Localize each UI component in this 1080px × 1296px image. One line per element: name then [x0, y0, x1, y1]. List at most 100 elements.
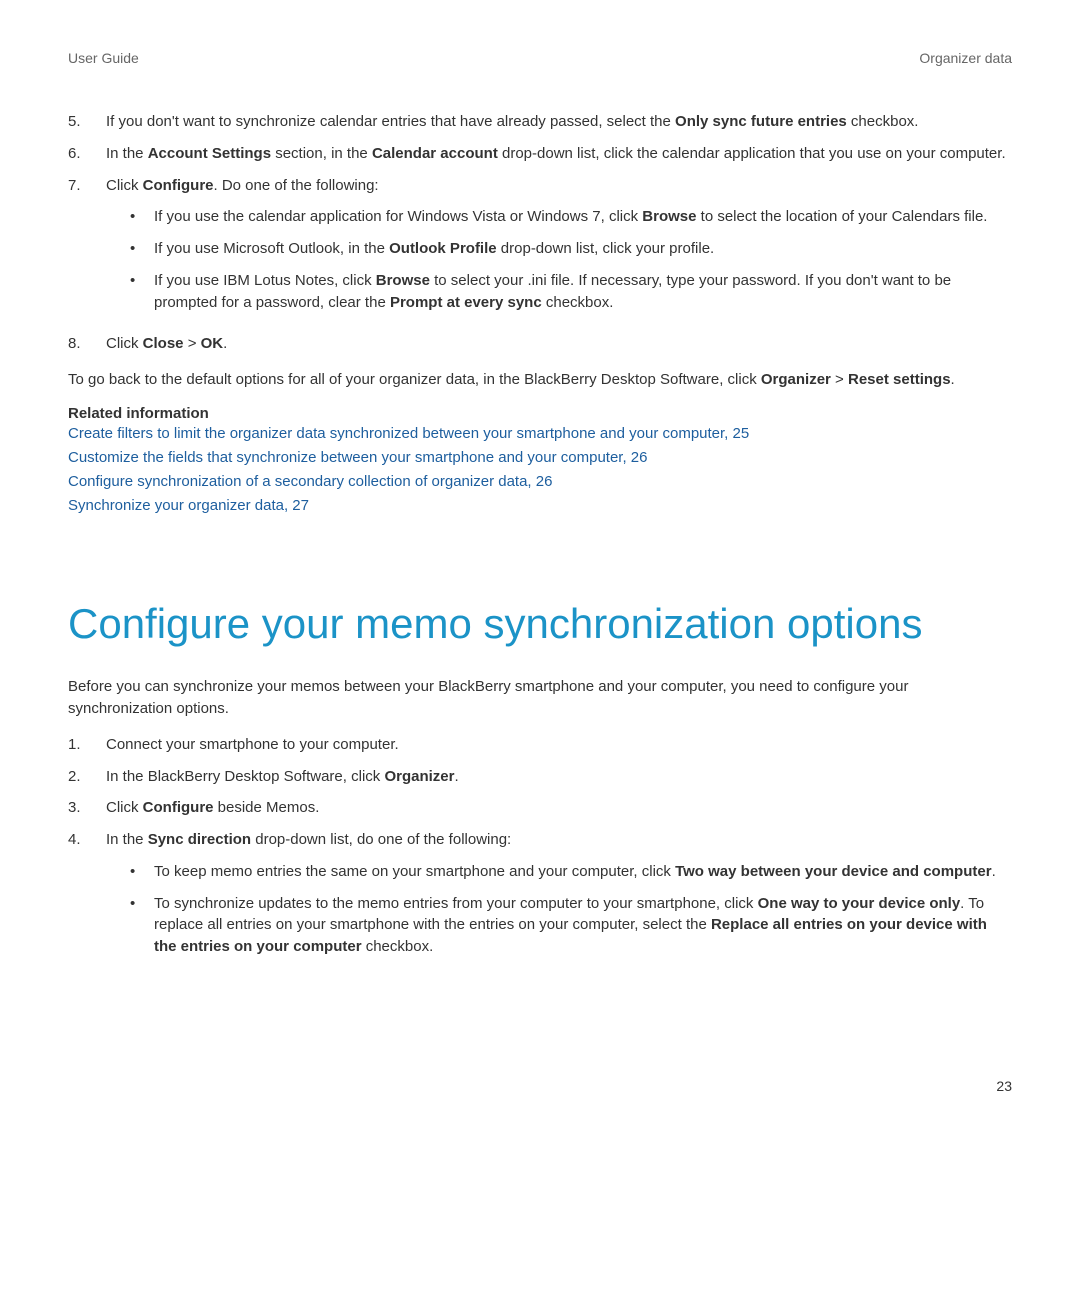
bottom-step-subitem-body-seg: checkbox.: [362, 938, 434, 955]
top-step-item-body-seg: OK: [201, 335, 224, 352]
bottom-step-sublist: •To keep memo entries the same on your s…: [106, 861, 1012, 958]
top-step-item: 6.In the Account Settings section, in th…: [68, 143, 1012, 165]
default-para-seg: .: [951, 371, 955, 388]
default-para-seg: Organizer: [761, 371, 831, 388]
top-step-item-body-seg: section, in the: [271, 145, 372, 162]
header-right: Organizer data: [919, 50, 1012, 66]
top-step-subitem-body-seg: If you use IBM Lotus Notes, click: [154, 272, 376, 289]
top-step-item-number: 6.: [68, 143, 106, 165]
bottom-step-item-body-seg: Configure: [143, 799, 214, 816]
bottom-step-item-body-seg: Sync direction: [148, 831, 251, 848]
top-step-item-body-seg: Click: [106, 335, 143, 352]
top-step-subitem-body-seg: drop-down list, click your profile.: [497, 240, 715, 257]
bottom-step-subitem-body-seg: One way to your device only: [758, 895, 961, 912]
top-step-subitem-body-seg: checkbox.: [542, 294, 614, 311]
top-step-subitem-body-seg: If you use the calendar application for …: [154, 208, 642, 225]
bottom-step-subitem-body: To synchronize updates to the memo entri…: [154, 893, 1012, 958]
top-step-item-body-seg: .: [223, 335, 227, 352]
top-step-subitem-body: If you use IBM Lotus Notes, click Browse…: [154, 270, 1012, 314]
default-para-seg: >: [831, 371, 848, 388]
bottom-step-item-body-seg: In the BlackBerry Desktop Software, clic…: [106, 768, 384, 785]
top-step-item-body-seg: In the: [106, 145, 148, 162]
top-step-subitem-body-seg: Browse: [642, 208, 696, 225]
header-left: User Guide: [68, 50, 139, 66]
default-options-paragraph: To go back to the default options for al…: [68, 369, 1012, 391]
top-step-subitem-body-seg: Prompt at every sync: [390, 294, 542, 311]
top-step-subitem-body-seg: If you use Microsoft Outlook, in the: [154, 240, 389, 257]
top-step-subitem: •If you use IBM Lotus Notes, click Brows…: [106, 270, 1012, 314]
top-step-item-body-seg: Only sync future entries: [675, 113, 847, 130]
top-step-subitem: •If you use the calendar application for…: [106, 206, 1012, 228]
related-link[interactable]: Customize the fields that synchronize be…: [68, 449, 627, 466]
top-step-item-body: In the Account Settings section, in the …: [106, 143, 1012, 165]
related-link-page: 26: [532, 473, 553, 490]
bullet-icon: •: [130, 861, 154, 883]
bottom-step-item-body: In the Sync direction drop-down list, do…: [106, 829, 1012, 968]
top-step-item: 5.If you don't want to synchronize calen…: [68, 111, 1012, 133]
bottom-step-subitem-body: To keep memo entries the same on your sm…: [154, 861, 1012, 883]
bottom-step-item-body-seg: Connect your smartphone to your computer…: [106, 736, 399, 753]
bottom-step-subitem-body-seg: Two way between your device and computer: [675, 863, 991, 880]
bottom-step-subitem-body-seg: To synchronize updates to the memo entri…: [154, 895, 758, 912]
document-page: User Guide Organizer data 5.If you don't…: [0, 0, 1080, 1144]
bottom-step-item-number: 4.: [68, 829, 106, 851]
top-step-item-number: 7.: [68, 175, 106, 197]
top-step-item-body-seg: drop-down list, click the calendar appli…: [498, 145, 1006, 162]
bottom-step-item-body-seg: beside Memos.: [214, 799, 320, 816]
top-step-item: 8.Click Close > OK.: [68, 333, 1012, 355]
related-link[interactable]: Synchronize your organizer data,: [68, 497, 288, 514]
top-step-subitem-body-seg: Outlook Profile: [389, 240, 497, 257]
bottom-step-item-number: 2.: [68, 766, 106, 788]
related-info-heading: Related information: [68, 405, 1012, 422]
bottom-step-item-body: Connect your smartphone to your computer…: [106, 734, 1012, 756]
top-step-subitem-body-seg: to select the location of your Calendars…: [696, 208, 987, 225]
default-para-seg: To go back to the default options for al…: [68, 371, 761, 388]
related-info-links: Create filters to limit the organizer da…: [68, 422, 1012, 518]
section-title: Configure your memo synchronization opti…: [68, 598, 1012, 651]
bullet-icon: •: [130, 206, 154, 228]
top-step-item-body-seg: Configure: [143, 177, 214, 194]
related-link-page: 27: [288, 497, 309, 514]
bullet-icon: •: [130, 238, 154, 260]
top-step-subitem: •If you use Microsoft Outlook, in the Ou…: [106, 238, 1012, 260]
top-steps-list: 5.If you don't want to synchronize calen…: [68, 111, 1012, 355]
bottom-step-item-body: Click Configure beside Memos.: [106, 797, 1012, 819]
top-step-item-body-seg: . Do one of the following:: [214, 177, 379, 194]
related-link[interactable]: Configure synchronization of a secondary…: [68, 473, 532, 490]
bottom-step-item: 2.In the BlackBerry Desktop Software, cl…: [68, 766, 1012, 788]
top-step-subitem-body: If you use Microsoft Outlook, in the Out…: [154, 238, 1012, 260]
related-link-page: 26: [627, 449, 648, 466]
bottom-step-item-number: 1.: [68, 734, 106, 756]
top-step-item-number: 8.: [68, 333, 106, 355]
bottom-step-item-number: 3.: [68, 797, 106, 819]
top-step-item-body-seg: >: [184, 335, 201, 352]
top-step-subitem-body: If you use the calendar application for …: [154, 206, 1012, 228]
bottom-step-item: 1.Connect your smartphone to your comput…: [68, 734, 1012, 756]
default-para-seg: Reset settings: [848, 371, 951, 388]
related-link-page: 25: [728, 425, 749, 442]
top-step-item-body: Click Close > OK.: [106, 333, 1012, 355]
bullet-icon: •: [130, 270, 154, 292]
bottom-step-subitem: •To keep memo entries the same on your s…: [106, 861, 1012, 883]
related-link-line: Create filters to limit the organizer da…: [68, 422, 1012, 446]
top-step-item: 7.Click Configure. Do one of the followi…: [68, 175, 1012, 324]
bottom-step-item-body-seg: In the: [106, 831, 148, 848]
related-link[interactable]: Create filters to limit the organizer da…: [68, 425, 728, 442]
page-number: 23: [68, 1078, 1012, 1094]
related-link-line: Configure synchronization of a secondary…: [68, 470, 1012, 494]
bottom-step-item-body-seg: Click: [106, 799, 143, 816]
top-step-item-body-seg: Account Settings: [148, 145, 271, 162]
bullet-icon: •: [130, 893, 154, 915]
bottom-step-item-body: In the BlackBerry Desktop Software, clic…: [106, 766, 1012, 788]
top-step-item-number: 5.: [68, 111, 106, 133]
top-step-item-body-seg: Calendar account: [372, 145, 498, 162]
page-header: User Guide Organizer data: [68, 50, 1012, 66]
bottom-step-item-body-seg: drop-down list, do one of the following:: [251, 831, 511, 848]
bottom-step-subitem-body-seg: .: [992, 863, 996, 880]
bottom-step-item-body-seg: .: [454, 768, 458, 785]
top-step-item-body: Click Configure. Do one of the following…: [106, 175, 1012, 324]
top-step-item-body-seg: Close: [143, 335, 184, 352]
top-step-sublist: •If you use the calendar application for…: [106, 206, 1012, 313]
top-step-subitem-body-seg: Browse: [376, 272, 430, 289]
related-link-line: Customize the fields that synchronize be…: [68, 446, 1012, 470]
